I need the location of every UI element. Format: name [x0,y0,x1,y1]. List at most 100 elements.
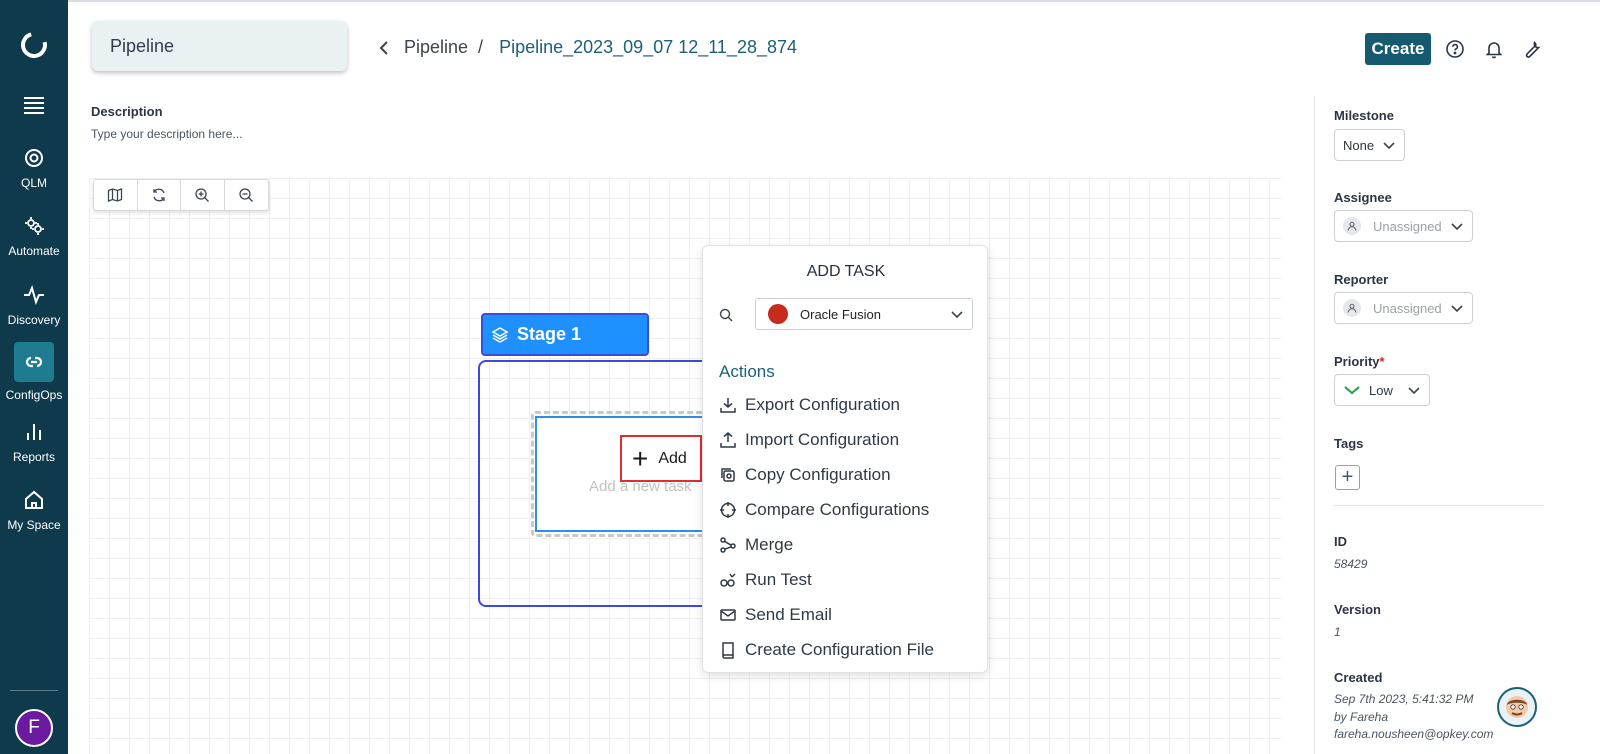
assignee-label: Assignee [1334,190,1392,205]
plus-icon: + [632,442,649,474]
minimap-button[interactable] [94,180,138,210]
action-compare-configurations[interactable]: Compare Configurations [719,499,929,521]
add-task-button[interactable]: + Add [620,435,702,482]
add-tag-button[interactable]: + [1335,465,1360,490]
zoom-out-icon [239,188,254,202]
refresh-icon [153,188,165,202]
user-avatar[interactable]: F [15,709,53,747]
copy-icon [721,468,735,482]
qlm-icon [25,149,43,167]
reporter-select[interactable]: Unassigned [1334,292,1473,324]
action-label: Merge [745,535,794,554]
action-copy-configuration[interactable]: Copy Configuration [719,464,891,486]
user-icon [1343,217,1361,235]
action-import-configuration[interactable]: Import Configuration [719,429,899,451]
refresh-button[interactable] [138,180,181,210]
bar-chart-icon [27,424,41,440]
add-task-popup: ADD TASK Oracle Fusion Actions Export Co… [702,245,988,673]
user-icon [1343,299,1361,317]
chevron-down-icon [1451,223,1463,231]
assignee-select[interactable]: Unassigned [1334,210,1473,242]
sidebar-item-label: Discovery [7,313,61,327]
stage-title: Stage 1 [517,324,582,344]
top-border [0,0,1600,2]
action-create-configuration-file[interactable]: Create Configuration File [719,639,934,661]
actions-heading: Actions [719,362,775,381]
wrench-icon[interactable] [1522,39,1542,59]
id-label: ID [1334,534,1347,549]
compare-icon [720,502,736,518]
notification-bell-icon[interactable] [1484,39,1504,59]
oracle-fusion-logo [768,304,788,324]
breadcrumb-current: Pipeline_2023_09_07 12_11_28_874 [499,37,798,57]
sidebar-item-discovery[interactable]: Discovery [0,283,68,327]
action-label: Run Test [745,570,812,589]
version-label: Version [1334,602,1381,617]
sidebar-item-qlm[interactable]: QLM [0,146,68,190]
create-button[interactable]: Create [1365,33,1431,65]
zoom-out-button[interactable] [225,180,268,210]
id-value: 58429 [1334,557,1368,571]
app-logo[interactable] [16,27,52,63]
pulse-icon [24,285,44,305]
sidebar-item-my-space[interactable]: My Space [0,488,68,532]
run-test-icon [720,573,736,587]
sidebar-item-label: My Space [7,518,61,532]
action-send-email[interactable]: Send Email [719,604,832,626]
sidebar: QLM Automate Discovery ConfigOps Reports… [0,0,68,754]
milestone-value: None [1343,137,1375,153]
merge-icon [720,537,736,553]
configops-link-icon [25,356,43,368]
book-icon [722,642,734,659]
sidebar-item-reports[interactable]: Reports [0,420,68,464]
created-email: fareha.nousheen@opkey.com [1334,727,1494,741]
description-label: Description [91,104,163,119]
search-icon[interactable] [719,308,733,322]
canvas-toolbar [93,179,269,211]
sidebar-item-configops[interactable]: ConfigOps [0,342,68,402]
chevron-down-icon [1451,305,1463,313]
breadcrumb: Pipeline / Pipeline_2023_09_07 12_11_28_… [378,37,797,58]
chevron-down-icon [951,311,963,319]
tags-label: Tags [1334,436,1364,451]
map-icon [108,188,123,202]
action-label: Import Configuration [745,430,900,449]
action-label: Export Configuration [745,395,900,414]
chevron-down-icon [1408,387,1420,395]
application-select[interactable]: Oracle Fusion [755,298,973,330]
bot-face-icon [1506,696,1528,718]
sidebar-divider [10,690,58,691]
action-label: Compare Configurations [745,500,930,519]
zoom-in-icon [195,188,210,202]
priority-label-text: Priority [1334,354,1380,369]
action-label: Send Email [745,605,832,624]
popup-title: ADD TASK [806,263,886,280]
layers-icon [491,326,509,343]
breadcrumb-parent[interactable]: Pipeline [404,37,468,58]
sidebar-item-automate[interactable]: Automate [0,214,68,258]
action-run-test[interactable]: Run Test [719,569,812,591]
assignee-value: Unassigned [1373,218,1442,234]
priority-select[interactable]: Low [1334,374,1430,406]
chevron-down-icon [1383,142,1395,150]
add-task-button-label: Add [658,449,687,467]
action-export-configuration[interactable]: Export Configuration [719,394,900,416]
milestone-select[interactable]: None [1334,129,1406,161]
required-asterisk: * [1379,354,1385,369]
assistant-bot-avatar[interactable] [1497,687,1537,727]
zoom-in-button[interactable] [181,180,225,210]
panel-divider [1334,505,1544,506]
active-indicator [14,342,54,382]
reporter-label: Reporter [1334,272,1389,287]
sidebar-item-label: Reports [12,450,56,464]
sidebar-item-label: QLM [20,176,47,190]
stage-header[interactable]: Stage 1 [481,313,649,356]
action-merge[interactable]: Merge [719,534,793,556]
description-input[interactable]: Type your description here... [91,127,242,141]
menu-icon[interactable] [24,97,44,117]
help-icon[interactable] [1445,39,1465,59]
created-by: by Fareha [1334,710,1389,724]
action-label: Copy Configuration [745,465,891,484]
details-panel: Milestone None Assignee Unassigned Repor… [1314,96,1600,754]
back-chevron-icon[interactable] [378,40,390,56]
